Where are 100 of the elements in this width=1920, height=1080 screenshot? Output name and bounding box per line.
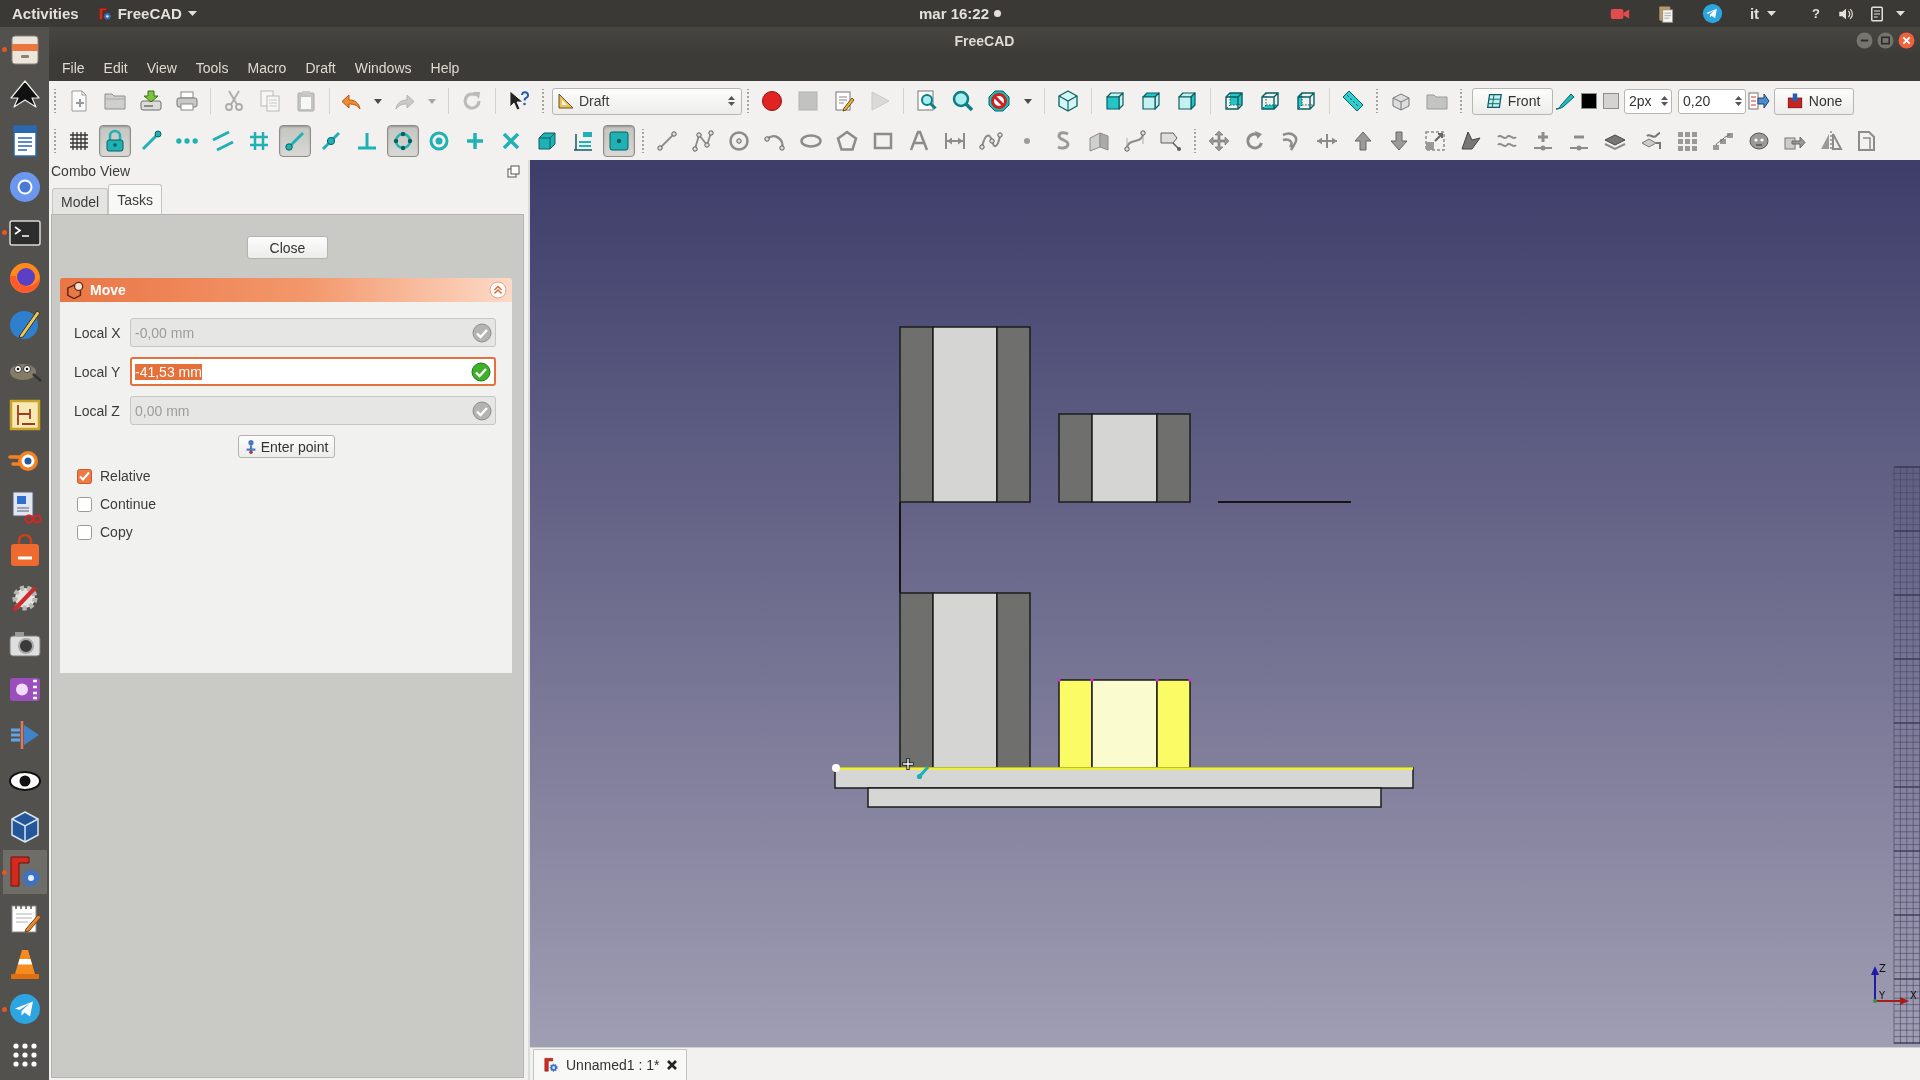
gear-logo-icon: [97, 6, 112, 21]
close-button[interactable]: Close: [247, 236, 328, 259]
undock-icon[interactable]: [507, 164, 520, 178]
drive-arrow-icon[interactable]: [139, 89, 163, 113]
checkbox-label: Relative: [100, 468, 151, 484]
down-arrow-icon[interactable]: [1387, 128, 1411, 153]
paper-plane-icon[interactable]: [1701, 3, 1723, 24]
field-label: Local Y: [74, 363, 122, 380]
magnifier-icon[interactable]: [951, 89, 975, 113]
base-plate[interactable]: [834, 767, 1414, 789]
snap-toggle-button[interactable]: [387, 124, 419, 157]
scale-box-icon[interactable]: [1423, 128, 1447, 153]
cube-face-icon[interactable]: [1222, 89, 1246, 113]
axis-label: Z: [1879, 963, 1886, 974]
cube-face-icon[interactable]: [1139, 89, 1163, 113]
working-plane-button[interactable]: Front: [1472, 87, 1553, 115]
menu-item[interactable]: Macro: [247, 59, 287, 76]
3d-viewport[interactable]: Z Y X: [530, 160, 1920, 1047]
bezier-icon[interactable]: [1123, 128, 1147, 153]
close-icon[interactable]: [666, 1059, 679, 1071]
letter-a-icon[interactable]: [907, 128, 931, 153]
menu-item[interactable]: Edit: [103, 59, 128, 76]
activities-button[interactable]: Activities: [12, 5, 79, 22]
checkbox[interactable]: [77, 468, 92, 484]
mirror-icon[interactable]: [1819, 128, 1843, 153]
printer-icon[interactable]: [175, 89, 199, 113]
snap-toggle-button[interactable]: [279, 124, 311, 157]
parallel-lines-icon: [211, 128, 235, 153]
point-icon[interactable]: [1024, 137, 1030, 144]
move-arrows-icon[interactable]: [1207, 128, 1231, 153]
spin-arrows-icon: [1661, 95, 1668, 107]
record-icon[interactable]: [760, 89, 784, 113]
checkbox[interactable]: [77, 524, 92, 540]
minimize-icon[interactable]: [1856, 32, 1873, 49]
box-down-arrow-icon: [1785, 92, 1804, 110]
keyboard-layout-menu[interactable]: it: [1749, 5, 1777, 22]
caret-icon[interactable]: [374, 98, 382, 104]
circle-icon[interactable]: [727, 128, 751, 153]
collapse-icon[interactable]: [489, 281, 507, 299]
check-circle-icon: [471, 361, 491, 382]
snap-toggle-button[interactable]: [603, 124, 635, 157]
pointer-question-icon[interactable]: [507, 89, 531, 113]
enter-point-button[interactable]: Enter point: [237, 435, 335, 458]
no-entry-icon[interactable]: [987, 89, 1011, 113]
ruler-icon[interactable]: [1341, 89, 1365, 113]
dots-icon: [176, 137, 198, 144]
padlock-icon: [103, 128, 127, 153]
clock[interactable]: mar 16:22: [918, 5, 990, 22]
tab[interactable]: Model: [52, 188, 109, 214]
menu-item[interactable]: Tools: [195, 59, 229, 76]
cube-icon[interactable]: [1056, 89, 1080, 113]
notification-dot-icon: [994, 10, 1002, 17]
line-width-field[interactable]: 2px: [1624, 88, 1672, 114]
menu-item[interactable]: View: [146, 59, 177, 76]
group-button[interactable]: None: [1774, 87, 1854, 115]
menu-item[interactable]: Draft: [305, 59, 336, 76]
page-pencil-icon[interactable]: [832, 89, 856, 113]
gear-logo-icon: [543, 1057, 559, 1073]
cube-face-icon[interactable]: [1258, 89, 1282, 113]
text-height-field[interactable]: 0,20: [1678, 88, 1746, 114]
caret-icon[interactable]: [1024, 98, 1032, 104]
check-circle-icon: [472, 400, 492, 421]
workbench-selector[interactable]: Draft: [552, 87, 742, 115]
axis-label: Y: [1879, 990, 1886, 1001]
document-tab[interactable]: Unnamed1 : 1*: [533, 1049, 688, 1080]
solid-block[interactable]: [899, 326, 1031, 503]
pentagon-icon[interactable]: [835, 128, 859, 153]
color-swatch-icon[interactable]: [1581, 93, 1597, 109]
color-swatch-icon[interactable]: [1603, 93, 1619, 109]
snap-toggle-button[interactable]: [99, 124, 131, 157]
line-segment-icon[interactable]: [655, 128, 679, 153]
ellipse-icon[interactable]: [800, 133, 822, 148]
polyline-icon[interactable]: [691, 128, 715, 153]
menu-item[interactable]: File: [62, 59, 85, 76]
cube-face-icon[interactable]: [1294, 89, 1318, 113]
page-magnifier-icon[interactable]: [915, 89, 939, 113]
field-label: Local X: [74, 324, 122, 341]
base-plate[interactable]: [867, 787, 1382, 808]
tab[interactable]: Tasks: [108, 184, 162, 214]
task-title: Move: [90, 282, 127, 298]
clipboard-list-icon[interactable]: [1868, 4, 1886, 23]
close-icon[interactable]: [1898, 32, 1915, 49]
window-title: FreeCAD: [954, 32, 1015, 49]
solid-block[interactable]: [899, 592, 1031, 769]
help-menu[interactable]: ?: [1812, 6, 1820, 21]
cube-face-icon[interactable]: [1103, 89, 1127, 113]
solid-block[interactable]: [1057, 678, 1192, 769]
page-arrow-icon[interactable]: [1747, 89, 1771, 113]
spin-arrows-icon: [1735, 95, 1742, 107]
menu-item[interactable]: Help: [430, 59, 460, 76]
cube-face-icon[interactable]: [1175, 89, 1199, 113]
caret-icon[interactable]: [1896, 11, 1905, 16]
grid-plane-icon: [1484, 92, 1503, 110]
checkbox[interactable]: [77, 496, 92, 512]
point-marker-icon: [832, 764, 840, 772]
solid-block[interactable]: [1058, 413, 1191, 503]
origin-dot-icon: [1873, 999, 1877, 1003]
app-menu[interactable]: FreeCAD: [97, 5, 197, 22]
menu-item[interactable]: Windows: [354, 59, 412, 76]
caret-icon: [1767, 11, 1777, 16]
